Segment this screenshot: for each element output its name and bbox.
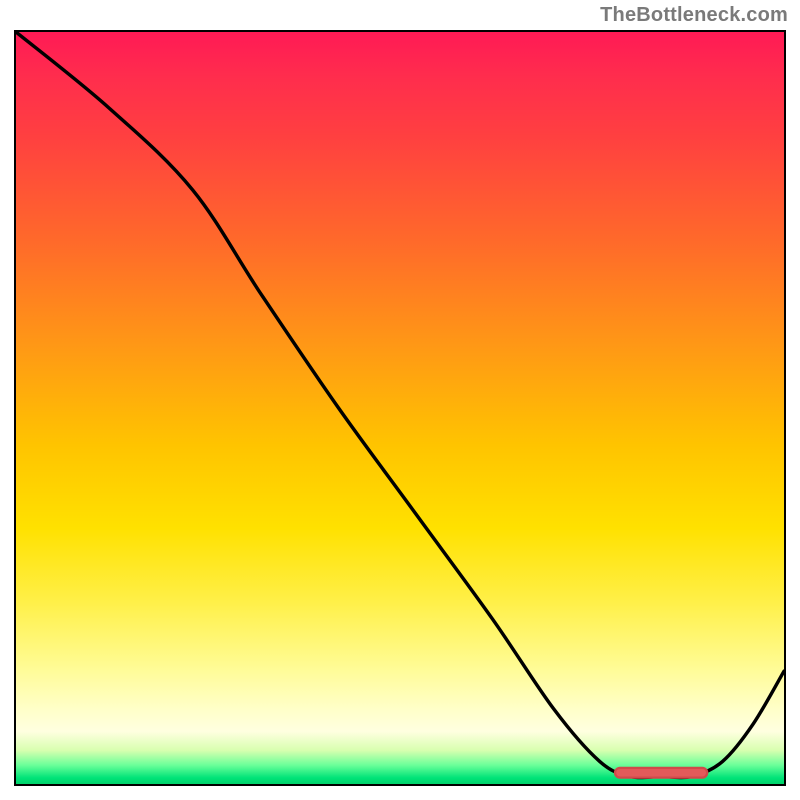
bottleneck-chart <box>14 30 786 786</box>
stage: TheBottleneck.com <box>0 0 800 800</box>
bottleneck-region-marker <box>615 768 707 778</box>
watermark-text: TheBottleneck.com <box>600 4 788 27</box>
chart-svg <box>16 32 784 784</box>
bottleneck-curve <box>16 32 784 778</box>
